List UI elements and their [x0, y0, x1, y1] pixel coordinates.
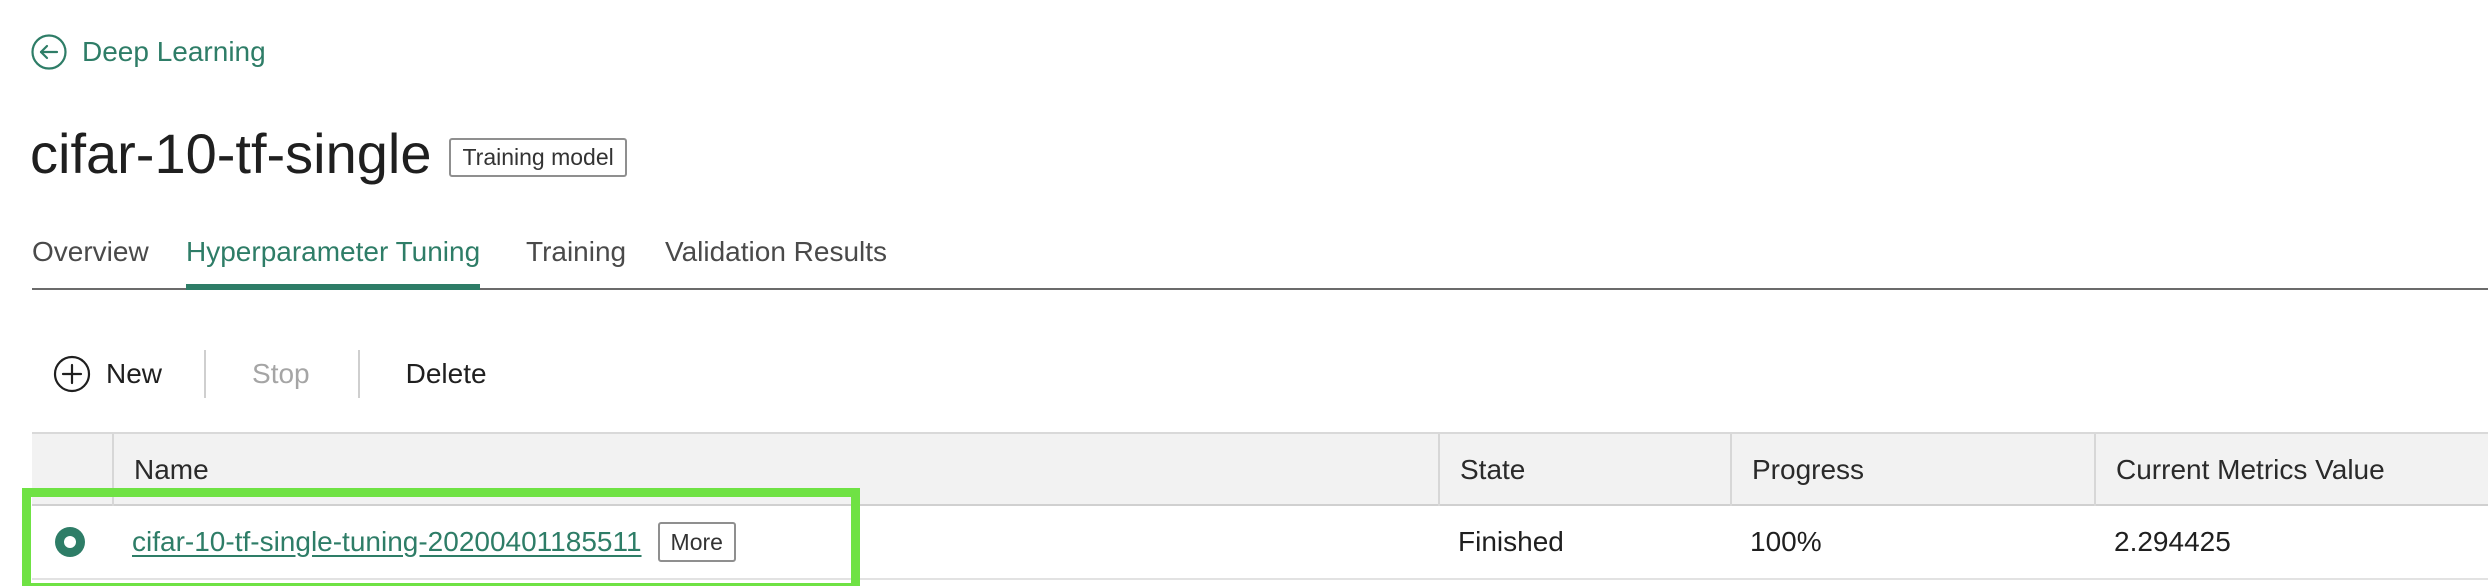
model-type-tag: Training model — [449, 137, 627, 177]
row-progress: 100% — [1750, 526, 1822, 557]
delete-button-label: Delete — [405, 358, 487, 389]
new-button-label: New — [106, 358, 163, 389]
row-select-radio[interactable] — [54, 526, 86, 558]
more-button[interactable]: More — [657, 522, 736, 562]
toolbar-divider — [357, 350, 360, 398]
tuning-runs-table: Name State Progress Current Metrics Valu… — [32, 432, 2488, 586]
tab-bar: Overview Hyperparameter Tuning Training … — [32, 228, 2488, 290]
tab-validation-results[interactable]: Validation Results — [665, 236, 887, 288]
back-to-deep-learning-link[interactable]: Deep Learning — [30, 33, 266, 71]
row-state: Finished — [1458, 526, 1564, 557]
row-name-cell: cifar-10-tf-single-tuning-20200401185511… — [112, 506, 1438, 578]
title-row: cifar-10-tf-single Training model — [30, 118, 627, 190]
plus-circle-icon — [53, 355, 91, 393]
stop-button[interactable]: Stop — [252, 348, 310, 400]
page-title: cifar-10-tf-single — [30, 122, 432, 185]
action-toolbar: New Stop Delete — [52, 348, 487, 400]
select-column-header — [32, 434, 112, 506]
tab-training[interactable]: Training — [526, 236, 626, 288]
column-header-name[interactable]: Name — [112, 434, 1438, 506]
new-button[interactable]: New — [52, 348, 162, 400]
column-header-metrics[interactable]: Current Metrics Value — [2094, 434, 2488, 506]
arrow-left-circle-icon — [31, 34, 67, 70]
stop-button-label: Stop — [252, 358, 310, 389]
column-header-state[interactable]: State — [1438, 434, 1730, 506]
run-name-link[interactable]: cifar-10-tf-single-tuning-20200401185511 — [132, 506, 642, 578]
table-row[interactable]: cifar-10-tf-single-tuning-20200401185511… — [32, 506, 2488, 580]
tab-overview[interactable]: Overview — [32, 236, 149, 288]
back-link-label: Deep Learning — [82, 36, 266, 67]
delete-button[interactable]: Delete — [406, 348, 487, 400]
hyperparameter-tuning-page: Deep Learning cifar-10-tf-single Trainin… — [0, 0, 2488, 586]
toolbar-divider — [204, 350, 207, 398]
table-header: Name State Progress Current Metrics Valu… — [32, 432, 2488, 506]
tab-hyperparameter-tuning[interactable]: Hyperparameter Tuning — [186, 236, 481, 290]
row-metrics-value: 2.294425 — [2114, 526, 2231, 557]
column-header-progress[interactable]: Progress — [1730, 434, 2094, 506]
